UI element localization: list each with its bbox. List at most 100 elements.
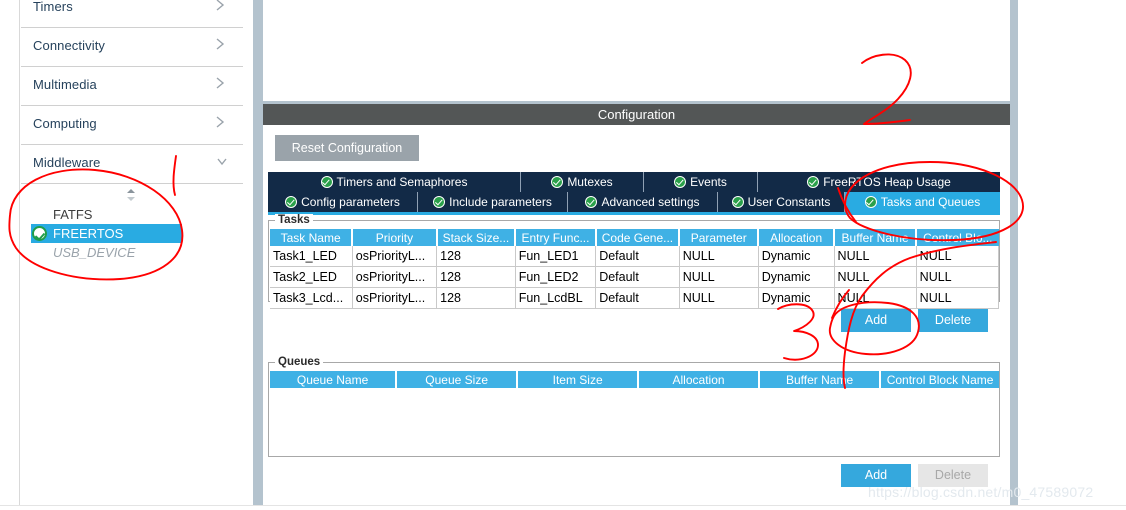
table-cell[interactable]: 128 xyxy=(436,287,516,309)
chevron-right-icon xyxy=(215,114,229,132)
table-cell[interactable]: osPriorityL... xyxy=(352,287,438,309)
table-cell[interactable]: Fun_LED1 xyxy=(515,246,597,267)
tab-underline xyxy=(268,212,1000,215)
column-header[interactable]: Stack Size... xyxy=(436,229,517,246)
tab-user-constants[interactable]: User Constants xyxy=(718,192,845,212)
tasks-table-body[interactable]: Task1_LED osPriorityL... 128 Fun_LED1 Defaul… xyxy=(270,246,1000,309)
check-circle-icon xyxy=(320,176,333,188)
reset-configuration-button[interactable]: Reset Configuration xyxy=(275,135,419,161)
queues-table[interactable]: Queue Name Queue Size Item Size Allocation B… xyxy=(270,371,999,388)
table-cell[interactable]: Default xyxy=(595,266,680,288)
sidebar-item-multimedia[interactable]: Multimedia xyxy=(21,68,243,106)
table-cell[interactable]: Task3_Lcd... xyxy=(270,287,353,309)
table-row[interactable]: Task3_Lcd... osPriorityL... 128 Fun_LcdBL De… xyxy=(270,287,1000,309)
table-cell[interactable]: Dynamic xyxy=(758,246,835,267)
table-cell[interactable]: Default xyxy=(595,287,680,309)
column-header[interactable]: Control Blo... xyxy=(916,229,999,246)
table-cell[interactable]: Default xyxy=(595,246,680,267)
sidebar-item-label: Computing xyxy=(33,116,97,131)
table-cell[interactable]: NULL xyxy=(834,246,917,267)
tasks-group: Tasks Task Name Priority Stack Size... Entr… xyxy=(268,214,1000,309)
table-cell[interactable]: NULL xyxy=(916,287,1000,309)
tab-timers-and-semaphores[interactable]: Timers and Semaphores xyxy=(268,172,521,192)
table-cell[interactable]: osPriorityL... xyxy=(352,246,438,267)
tab-tasks-and-queues[interactable]: Tasks and Queues xyxy=(845,192,1000,212)
table-cell[interactable]: NULL xyxy=(916,266,1000,288)
sidebar-item-fatfs[interactable]: FATFS xyxy=(31,205,182,224)
queues-group-legend: Queues xyxy=(275,356,324,368)
check-circle-icon xyxy=(285,196,298,208)
tab-include-parameters[interactable]: Include parameters xyxy=(418,192,568,212)
table-cell[interactable]: NULL xyxy=(834,266,917,288)
column-header[interactable]: Buffer Name xyxy=(758,371,882,388)
sidebar-item-middleware[interactable]: Middleware xyxy=(21,146,243,184)
tab-inner: User Constants xyxy=(731,192,831,212)
table-cell[interactable]: 128 xyxy=(436,266,516,288)
table-cell[interactable]: NULL xyxy=(679,246,759,267)
table-row[interactable]: Task1_LED osPriorityL... 128 Fun_LED1 Defaul… xyxy=(270,246,1000,267)
tab-label: Events xyxy=(690,175,727,189)
table-cell[interactable]: Task1_LED xyxy=(270,246,353,267)
sidebar-item-connectivity[interactable]: Connectivity xyxy=(21,29,243,67)
tasks-table[interactable]: Task Name Priority Stack Size... Entry Func… xyxy=(270,229,1000,309)
tasks-delete-button[interactable]: Delete xyxy=(918,309,988,332)
column-header[interactable]: Item Size xyxy=(517,371,640,388)
check-circle-icon xyxy=(674,176,687,188)
sidebar-item-label: FREERTOS xyxy=(53,226,124,241)
table-cell[interactable]: NULL xyxy=(679,266,759,288)
table-cell[interactable]: 128 xyxy=(436,246,516,267)
tab-inner: Timers and Semaphores xyxy=(320,172,467,192)
table-cell[interactable]: osPriorityL... xyxy=(352,266,438,288)
app-window: Timers Connectivity Multimedia Computing xyxy=(0,0,1126,510)
column-header[interactable]: Priority xyxy=(352,229,438,246)
queues-table-header-row: Queue Name Queue Size Item Size Allocation B… xyxy=(270,371,999,388)
sidebar-item-label: FATFS xyxy=(53,207,93,222)
sidebar-item-label: Connectivity xyxy=(33,38,106,53)
tab-label: Advanced settings xyxy=(601,195,700,209)
table-cell[interactable]: Dynamic xyxy=(758,287,835,309)
tab-inner: Tasks and Queues xyxy=(864,192,980,212)
chevron-down-icon xyxy=(215,153,229,171)
sidebar-item-timers[interactable]: Timers xyxy=(21,0,243,28)
column-header[interactable]: Buffer Name xyxy=(834,229,918,246)
table-cell[interactable]: Fun_LcdBL xyxy=(515,287,597,309)
chevron-right-icon xyxy=(215,0,229,15)
sidebar-item-usb-device[interactable]: USB_DEVICE xyxy=(31,243,182,262)
column-header[interactable]: Entry Func... xyxy=(515,229,597,246)
column-header[interactable]: Control Block Name xyxy=(880,371,999,388)
tab-config-parameters[interactable]: Config parameters xyxy=(268,192,418,212)
configuration-body: Reset Configuration Timers and Semaphore… xyxy=(263,125,1010,510)
table-row[interactable]: Task2_LED osPriorityL... 128 Fun_LED2 Defaul… xyxy=(270,266,1000,288)
tasks-table-header-row: Task Name Priority Stack Size... Entry Func… xyxy=(270,229,999,246)
column-header[interactable]: Allocation xyxy=(758,229,836,246)
sidebar-item-label: Timers xyxy=(33,0,73,14)
table-cell[interactable]: Dynamic xyxy=(758,266,835,288)
sidebar-item-computing[interactable]: Computing xyxy=(21,107,243,145)
tab-advanced-settings[interactable]: Advanced settings xyxy=(568,192,718,212)
column-header[interactable]: Code Gene... xyxy=(595,229,681,246)
table-cell[interactable]: NULL xyxy=(679,287,759,309)
table-cell[interactable]: Task2_LED xyxy=(270,266,353,288)
tab-freertos-heap-usage[interactable]: FreeRTOS Heap Usage xyxy=(758,172,1000,192)
column-header[interactable]: Allocation xyxy=(638,371,760,388)
table-cell[interactable]: NULL xyxy=(916,246,1000,267)
check-circle-icon xyxy=(864,196,877,208)
table-cell[interactable]: Fun_LED2 xyxy=(515,266,597,288)
up-down-spinner-icon[interactable] xyxy=(124,188,138,202)
tab-events[interactable]: Events xyxy=(644,172,758,192)
tab-label: User Constants xyxy=(747,195,831,209)
tasks-add-button[interactable]: Add xyxy=(841,309,911,332)
column-header[interactable]: Queue Size xyxy=(396,371,519,388)
tasks-group-legend: Tasks xyxy=(275,214,313,226)
tab-mutexes[interactable]: Mutexes xyxy=(521,172,644,192)
column-header[interactable]: Task Name xyxy=(270,229,354,246)
table-cell[interactable]: NULL xyxy=(834,287,917,309)
tab-label: Include parameters xyxy=(449,195,552,209)
sidebar-item-freertos[interactable]: FREERTOS xyxy=(31,224,182,243)
sidebar-right-edge xyxy=(243,0,253,510)
column-header[interactable]: Parameter xyxy=(679,229,760,246)
sidebar-item-label: USB_DEVICE xyxy=(53,245,136,260)
tab-label: FreeRTOS Heap Usage xyxy=(823,175,951,189)
queues-group: Queues Queue Name Queue Size Item Size Allo… xyxy=(268,356,1000,457)
column-header[interactable]: Queue Name xyxy=(270,371,398,388)
